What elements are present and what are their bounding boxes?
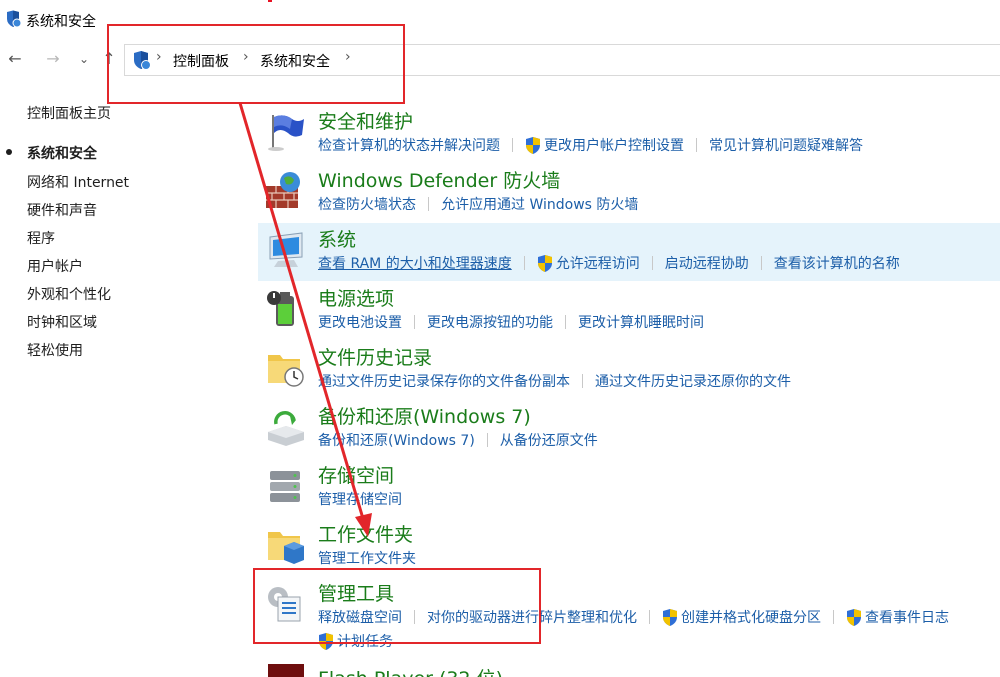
- annotation-arrow-icon: [238, 102, 372, 537]
